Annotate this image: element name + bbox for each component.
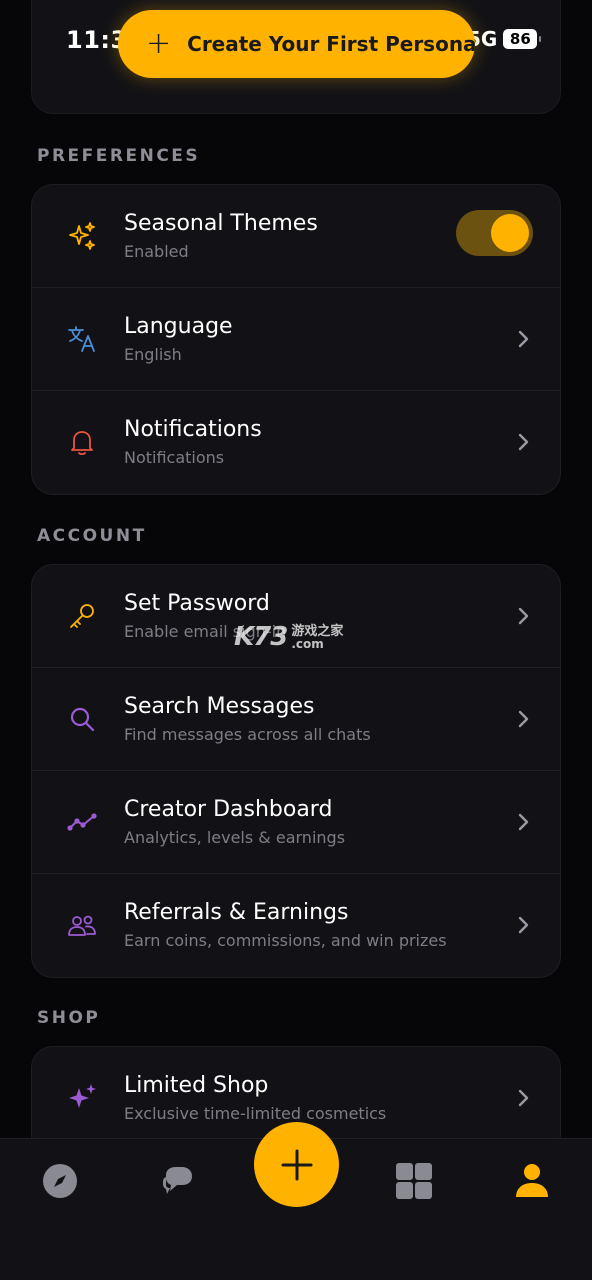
search-icon <box>66 703 98 735</box>
tab-explore[interactable] <box>40 1161 80 1201</box>
row-title: Seasonal Themes <box>124 211 318 236</box>
chevron-right-icon <box>516 813 530 831</box>
tab-profile[interactable] <box>512 1161 552 1201</box>
bell-icon <box>66 426 98 458</box>
grid-icon <box>396 1163 432 1199</box>
row-title: Referrals & Earnings <box>124 900 349 925</box>
row-subtitle: Exclusive time-limited cosmetics <box>124 1104 387 1123</box>
people-icon <box>66 909 98 941</box>
tab-grid[interactable] <box>394 1161 434 1201</box>
add-icon <box>281 1149 312 1180</box>
row-title: Creator Dashboard <box>124 797 333 822</box>
chevron-right-icon <box>516 710 530 728</box>
chevron-right-icon <box>516 916 530 934</box>
battery-indicator: 86 <box>503 29 542 49</box>
toggle-knob <box>491 214 529 252</box>
compass-icon <box>43 1164 77 1198</box>
row-subtitle: Notifications <box>124 448 225 467</box>
row-set-password[interactable]: Set Password Enable email sign-in <box>32 565 560 668</box>
row-subtitle: Earn coins, commissions, and win prizes <box>124 931 447 950</box>
translate-icon <box>66 323 98 355</box>
create-persona-label: Create Your First Personal <box>187 32 475 56</box>
chevron-right-icon <box>516 433 530 451</box>
row-title: Search Messages <box>124 694 315 719</box>
profile-icon <box>516 1164 548 1197</box>
row-referrals-earnings[interactable]: Referrals & Earnings Earn coins, commiss… <box>32 874 560 977</box>
row-search-messages[interactable]: Search Messages Find messages across all… <box>32 668 560 771</box>
watermark-logo: K73 <box>234 622 288 652</box>
tab-chats[interactable] <box>158 1161 198 1201</box>
add-button[interactable] <box>254 1122 339 1207</box>
row-subtitle: Enabled <box>124 242 189 261</box>
seasonal-themes-toggle[interactable] <box>456 210 533 256</box>
row-subtitle: English <box>124 345 182 364</box>
chevron-right-icon <box>516 1089 530 1107</box>
watermark-domain: .com <box>291 636 324 651</box>
chevron-right-icon <box>516 607 530 625</box>
key-icon <box>66 600 98 632</box>
row-creator-dashboard[interactable]: Creator Dashboard Analytics, levels & ea… <box>32 771 560 874</box>
preferences-card: Seasonal Themes Enabled Language English… <box>31 184 561 495</box>
trend-icon <box>66 806 98 838</box>
row-subtitle: Find messages across all chats <box>124 725 371 744</box>
section-title-account: ACCOUNT <box>37 526 147 546</box>
section-title-shop: SHOP <box>37 1008 101 1028</box>
row-title: Language <box>124 314 233 339</box>
sparkle-icon <box>66 1082 98 1114</box>
plus-icon: + <box>146 26 172 61</box>
row-title: Limited Shop <box>124 1073 269 1098</box>
create-persona-button[interactable]: + Create Your First Personal <box>118 10 475 78</box>
row-seasonal-themes[interactable]: Seasonal Themes Enabled <box>32 185 560 288</box>
watermark: K73 游戏之家 .com <box>234 622 343 652</box>
sparkles-icon <box>66 220 98 252</box>
row-title: Set Password <box>124 591 270 616</box>
chevron-right-icon <box>516 330 530 348</box>
section-title-preferences: PREFERENCES <box>37 146 201 166</box>
row-language[interactable]: Language English <box>32 288 560 391</box>
row-notifications[interactable]: Notifications Notifications <box>32 391 560 494</box>
watermark-cn: 游戏之家 <box>291 623 344 639</box>
chat-icon <box>163 1167 192 1194</box>
row-title: Notifications <box>124 417 262 442</box>
row-subtitle: Analytics, levels & earnings <box>124 828 346 847</box>
